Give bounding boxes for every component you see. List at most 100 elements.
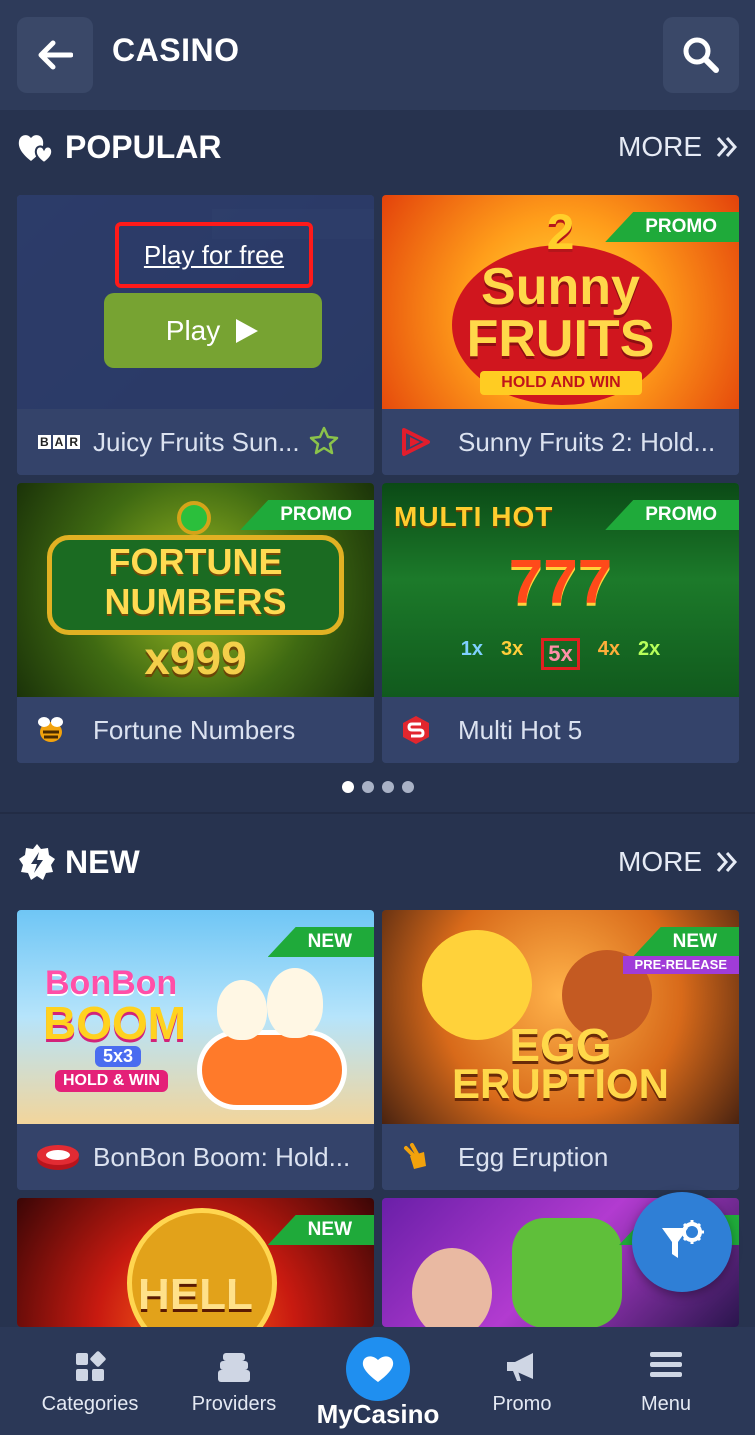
megaphone-icon <box>507 1353 533 1381</box>
game-thumbnail[interactable]: BonBon BOOM 5x3 HOLD & WIN NEW <box>17 910 374 1124</box>
thumb-subtitle: x999 <box>144 632 247 684</box>
card-footer: Fortune Numbers <box>17 697 374 763</box>
card-footer: Sunny Fruits 2: Hold... <box>382 409 739 475</box>
game-name: Multi Hot 5 <box>458 715 583 745</box>
thumb-title-3: FRUITS <box>466 310 655 368</box>
thumb-title: FORTUNE <box>108 541 283 582</box>
s-provider-logo-icon <box>403 716 429 744</box>
thumb-subtitle: HOLD AND WIN <box>480 371 642 395</box>
game-name: Fortune Numbers <box>93 715 296 745</box>
hearts-icon <box>18 135 54 165</box>
new-more-link[interactable]: MORE <box>618 846 738 878</box>
multiplier: 3x <box>501 638 524 660</box>
nav-mycasino[interactable] <box>346 1337 410 1401</box>
search-icon <box>683 37 719 73</box>
thumb-title: MULTI HOT <box>394 501 554 532</box>
card-footer: BAR Juicy Fruits Sun... <box>17 409 374 475</box>
star-icon[interactable] <box>308 425 340 457</box>
more-label: MORE <box>618 131 702 162</box>
section-title: POPULAR <box>65 129 222 165</box>
game-thumbnail[interactable]: Play for free Play <box>17 195 374 409</box>
marshmallow-shape <box>267 968 323 1038</box>
pagination-dot[interactable] <box>401 781 414 793</box>
bee-wing-provider-logo-icon <box>404 1143 426 1169</box>
thumb-subtitle-2: HOLD & WIN <box>55 1070 168 1092</box>
monster-face-shape <box>512 1218 622 1327</box>
heart-icon <box>362 1356 394 1382</box>
new-badge: NEW <box>267 1215 374 1245</box>
section-title: NEW <box>65 844 140 880</box>
play-icon <box>236 318 259 343</box>
pre-release-badge: PRE-RELEASE <box>622 956 739 974</box>
bee-provider-logo-icon <box>38 717 63 742</box>
hamburger-menu-icon <box>650 1352 682 1377</box>
arrow-left-icon <box>38 40 73 70</box>
boat-shape <box>197 1030 347 1110</box>
game-name: Juicy Fruits Sun... <box>93 427 300 457</box>
pagination-dot[interactable] <box>361 781 374 793</box>
multiplier-highlight: 5x <box>541 638 580 670</box>
card-footer: Egg Eruption <box>382 1124 739 1190</box>
nav-mycasino-label[interactable]: MyCasino <box>300 1399 456 1430</box>
carousel-pagination <box>0 781 755 795</box>
pagination-dot[interactable] <box>381 781 394 793</box>
game-card-fortune-numbers[interactable]: FORTUNE NUMBERS x999 PROMO Fortune Numbe… <box>17 483 374 763</box>
game-card-multi-hot[interactable]: MULTI HOT 777 1x 3x 5x 4x 2x PROMO Multi… <box>382 483 739 763</box>
lightning-badge-icon <box>19 844 55 880</box>
nav-categories[interactable]: Categories <box>20 1327 160 1435</box>
search-button[interactable] <box>663 17 739 93</box>
promo-badge: PROMO <box>240 500 374 530</box>
promo-badge: PROMO <box>605 500 739 530</box>
nav-label: Providers <box>191 1393 277 1415</box>
gem-icon <box>177 501 211 535</box>
multiplier: 4x <box>597 638 620 660</box>
game-card-egg-eruption[interactable]: EGG ERUPTION NEW PRE-RELEASE Egg Eruptio… <box>382 910 739 1190</box>
categories-icon <box>76 1351 106 1381</box>
new-badge: NEW <box>267 927 374 957</box>
play-triangle-provider-logo-icon <box>402 428 430 456</box>
back-button[interactable] <box>17 17 93 93</box>
game-name: BonBon Boom: Hold... <box>93 1142 351 1172</box>
new-badge: NEW <box>632 927 739 957</box>
game-name: Sunny Fruits 2: Hold... <box>458 427 716 457</box>
game-thumbnail[interactable]: HELL NEW <box>17 1198 374 1327</box>
game-card-juicy-fruits[interactable]: Play for free Play BAR Juicy Fruits Sun.… <box>17 195 374 475</box>
multiplier-row: 1x 3x 5x 4x 2x <box>382 638 739 670</box>
game-card-hell[interactable]: HELL NEW <box>17 1198 374 1327</box>
character-shape <box>412 1248 492 1327</box>
filter-settings-button[interactable] <box>632 1192 732 1292</box>
providers-stack-icon <box>218 1353 250 1382</box>
thumb-subtitle: 5x3 <box>95 1046 142 1067</box>
play-for-free-link[interactable]: Play for free <box>115 222 313 288</box>
bar-provider-logo-icon: BAR <box>37 435 80 449</box>
popular-more-link[interactable]: MORE <box>618 131 738 163</box>
play-for-free-label: Play for free <box>143 239 285 270</box>
marshmallow-shape <box>217 980 267 1040</box>
game-card-bonbon-boom[interactable]: BonBon BOOM 5x3 HOLD & WIN NEW BonBon Bo… <box>17 910 374 1190</box>
section-divider <box>0 812 755 814</box>
top-bar: CASINO <box>0 0 755 110</box>
thumb-title-2: BOOM <box>43 997 187 1049</box>
thumb-title-2: Sunny <box>481 258 640 316</box>
game-thumbnail[interactable]: MULTI HOT 777 1x 3x 5x 4x 2x PROMO <box>382 483 739 697</box>
nav-promo[interactable]: Promo <box>452 1327 592 1435</box>
page-title: CASINO <box>112 32 240 68</box>
card-footer: Multi Hot 5 <box>382 697 739 763</box>
game-thumbnail[interactable]: EGG ERUPTION NEW PRE-RELEASE <box>382 910 739 1124</box>
filter-gear-icon <box>662 1220 704 1258</box>
nav-providers[interactable]: Providers <box>164 1327 304 1435</box>
chip-provider-logo-icon <box>37 1145 79 1170</box>
game-name: Egg Eruption <box>458 1142 609 1172</box>
pagination-dot-active[interactable] <box>341 781 354 793</box>
nav-menu[interactable]: Menu <box>596 1327 736 1435</box>
nav-label: Categories <box>41 1393 139 1415</box>
multiplier: 2x <box>637 638 661 660</box>
thumb-subtitle: 777 <box>508 548 613 617</box>
play-button[interactable]: Play <box>104 293 322 368</box>
new-section-header: NEW MORE <box>0 832 755 892</box>
game-thumbnail[interactable]: FORTUNE NUMBERS x999 PROMO <box>17 483 374 697</box>
game-card-sunny-fruits[interactable]: 2 Sunny FRUITS HOLD AND WIN PROMO Sunny … <box>382 195 739 475</box>
game-thumbnail[interactable]: 2 Sunny FRUITS HOLD AND WIN PROMO <box>382 195 739 409</box>
double-chevron-right-icon <box>716 852 738 872</box>
card-footer: BonBon Boom: Hold... <box>17 1124 374 1190</box>
